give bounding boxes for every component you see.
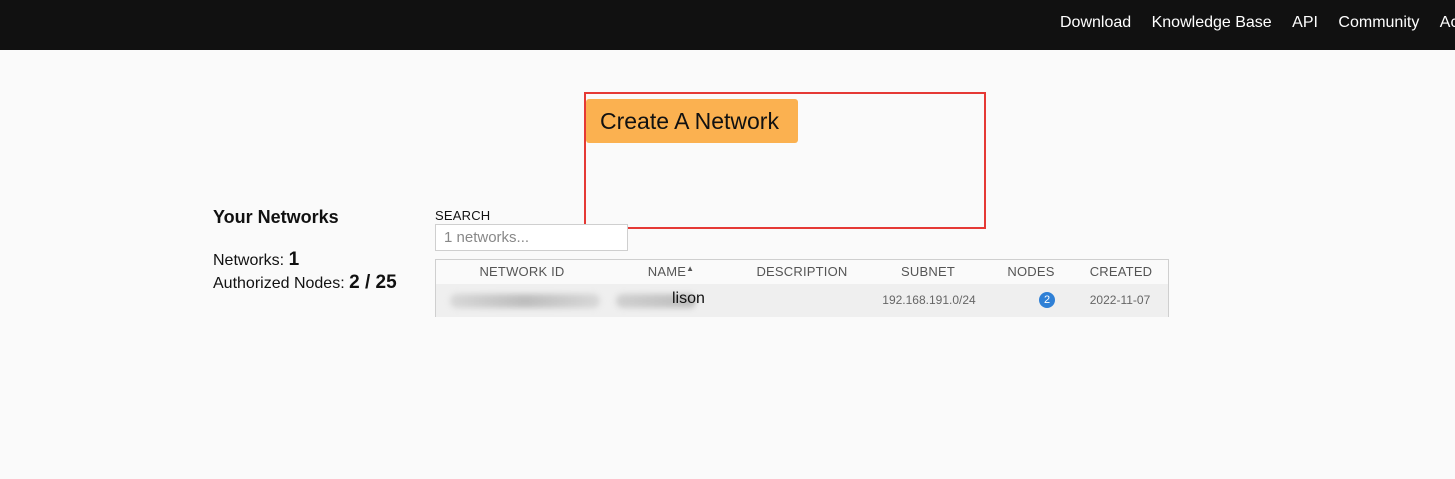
column-description[interactable]: DESCRIPTION <box>736 264 868 279</box>
column-name[interactable]: NAME▲ <box>626 264 716 279</box>
authorized-nodes-label: Authorized Nodes: <box>213 275 345 292</box>
search-label: SEARCH <box>435 208 491 223</box>
column-created[interactable]: CREATED <box>1076 264 1166 279</box>
create-network-button[interactable]: Create A Network <box>586 99 798 143</box>
nav-community[interactable]: Community <box>1338 14 1419 32</box>
sort-asc-icon: ▲ <box>686 264 695 273</box>
top-nav: Download Knowledge Base API Community Ac… <box>1060 14 1455 32</box>
search-input[interactable] <box>435 224 628 251</box>
table-header: NETWORK ID NAME▲ DESCRIPTION SUBNET NODE… <box>436 260 1168 282</box>
network-id-redacted <box>450 294 600 308</box>
network-name: lison <box>672 290 705 307</box>
nodes-badge: 2 <box>1039 292 1055 308</box>
your-networks-title: Your Networks <box>213 207 339 227</box>
network-created: 2022-11-07 <box>1089 293 1151 307</box>
networks-count-label: Networks: <box>213 252 285 269</box>
nav-download[interactable]: Download <box>1060 14 1131 32</box>
authorized-nodes: Authorized Nodes: 2 / 25 <box>213 272 397 294</box>
table-row[interactable]: lison 192.168.191.0/24 2 2022-11-07 <box>436 284 1168 317</box>
networks-count: Networks: 1 <box>213 249 299 271</box>
authorized-nodes-value: 2 / 25 <box>349 272 397 293</box>
nav-account[interactable]: Account <box>1440 14 1455 32</box>
network-subnet: 192.168.191.0/24 <box>882 293 976 307</box>
networks-table: NETWORK ID NAME▲ DESCRIPTION SUBNET NODE… <box>435 259 1169 317</box>
column-nodes[interactable]: NODES <box>996 264 1066 279</box>
nav-knowledge-base[interactable]: Knowledge Base <box>1152 14 1272 32</box>
networks-count-value: 1 <box>288 249 300 270</box>
nav-api[interactable]: API <box>1292 14 1318 32</box>
top-navbar: Download Knowledge Base API Community Ac… <box>0 0 1455 50</box>
column-subnet[interactable]: SUBNET <box>876 264 980 279</box>
column-network-id[interactable]: NETWORK ID <box>436 264 608 279</box>
